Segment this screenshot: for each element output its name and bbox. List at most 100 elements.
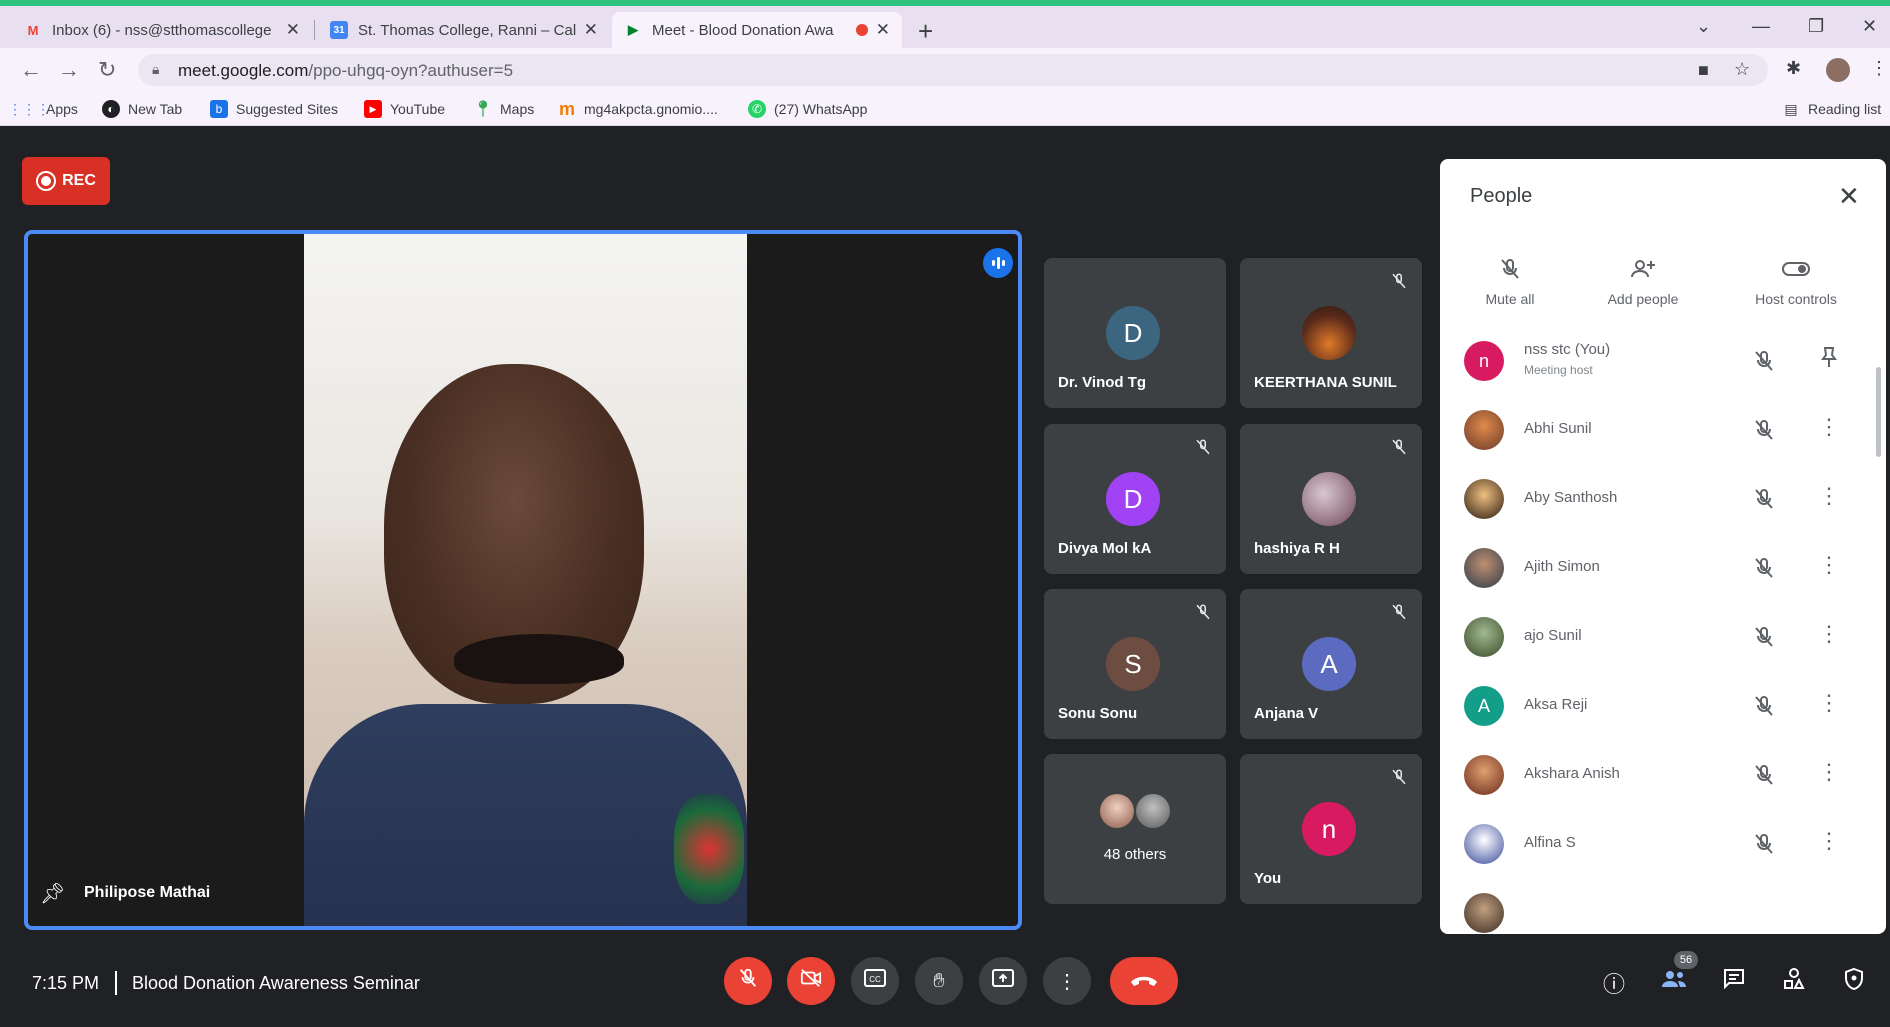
main-speaker-tile[interactable]: 📌︎ Philipose Mathai [24,230,1022,930]
mic-off-icon[interactable] [1752,832,1776,861]
mic-off-icon[interactable] [1752,418,1776,447]
participant-name: Sonu Sonu [1058,705,1138,722]
present-screen-button[interactable] [979,957,1027,1005]
mic-off-icon[interactable] [1752,625,1776,654]
bookmark-star-icon[interactable]: ☆ [1734,59,1750,80]
new-tab-button[interactable]: + [918,16,933,47]
camera-in-use-icon[interactable]: ■ [1698,60,1709,81]
bookmark-label: mg4akpcta.gnomio.... [584,101,718,117]
recording-badge[interactable]: REC [22,157,110,205]
participant-name: Aby Santhosh [1524,489,1618,506]
tab-search-icon[interactable]: ⌄ [1696,16,1711,37]
participant-row[interactable]: Abhi Sunil ⋮ [1440,396,1886,464]
chat-icon[interactable] [1718,967,1750,995]
bookmark-youtube[interactable]: ▶ YouTube [364,100,445,118]
avatar [1302,472,1356,526]
mic-off-icon [1194,438,1212,461]
address-bar[interactable]: 🔒︎ meet.google.com/ppo-uhgq-oyn?authuser… [138,54,1768,86]
participant-row[interactable]: Akshara Anish ⋮ [1440,741,1886,809]
panel-scrollbar[interactable] [1876,367,1881,457]
reading-list-button[interactable]: ▤ Reading list [1782,100,1881,118]
window-close-icon[interactable]: ✕ [1862,16,1877,37]
extensions-icon[interactable]: ✱ [1786,58,1801,79]
bookmark-label: YouTube [390,101,446,117]
participant-row[interactable]: A Aksa Reji ⋮ [1440,672,1886,740]
participant-row[interactable]: Aby Santhosh ⋮ [1440,465,1886,533]
captions-button[interactable]: CC [851,957,899,1005]
close-icon[interactable]: ✕ [876,20,890,40]
more-options-button[interactable]: ⋮ [1043,957,1091,1005]
others-tile[interactable]: 48 others [1044,754,1226,904]
more-options-icon[interactable]: ⋮ [1818,690,1840,716]
minimize-icon[interactable]: — [1752,16,1770,37]
add-person-icon [1583,257,1703,283]
mic-off-icon[interactable] [1752,349,1776,378]
menu-icon[interactable]: ⋮ [1870,58,1888,79]
bookmark-apps[interactable]: ⋮⋮⋮ Apps [8,100,78,118]
camera-toggle-button[interactable] [787,957,835,1005]
tab-calendar[interactable]: 31 St. Thomas College, Ranni – Cale ✕ [318,12,610,48]
leave-call-button[interactable] [1110,957,1178,1005]
more-options-icon[interactable]: ⋮ [1818,621,1840,647]
more-options-icon[interactable]: ⋮ [1818,414,1840,440]
participant-row[interactable]: Alfina S ⋮ [1440,810,1886,878]
more-options-icon[interactable]: ⋮ [1818,759,1840,785]
mic-off-icon[interactable] [1752,694,1776,723]
self-tile[interactable]: n You [1240,754,1422,904]
pin-icon[interactable] [1818,345,1840,375]
host-controls-button[interactable]: Host controls [1736,257,1856,307]
participant-tile[interactable]: S Sonu Sonu [1044,589,1226,739]
tab-gmail[interactable]: M Inbox (6) - nss@stthomascollege ✕ [12,12,312,48]
people-icon[interactable] [1658,967,1690,997]
others-count-label: 48 others [1103,846,1167,863]
hand-icon: ✋︎ [933,969,945,992]
meeting-title: Blood Donation Awareness Seminar [132,973,420,993]
mic-off-icon [1194,603,1212,626]
close-icon[interactable]: ✕ [286,20,300,40]
people-panel: People ✕ Mute all Add people Host contro… [1440,159,1886,934]
more-options-icon[interactable]: ⋮ [1818,483,1840,509]
microphone-toggle-button[interactable] [724,957,772,1005]
participant-row-partial[interactable] [1440,879,1886,934]
participant-tile[interactable]: A Anjana V [1240,589,1422,739]
participant-row[interactable]: ajo Sunil ⋮ [1440,603,1886,671]
add-people-button[interactable]: Add people [1583,257,1703,307]
activities-icon[interactable] [1778,967,1810,997]
mic-off-icon [1390,768,1408,791]
meeting-details-icon[interactable]: ⓘ [1598,967,1630,999]
tab-meet[interactable]: ▶ Meet - Blood Donation Awa ✕ [612,12,902,48]
bookmark-label: Maps [500,101,535,117]
restore-icon[interactable]: ❐ [1808,16,1824,37]
bookmark-suggested-sites[interactable]: b Suggested Sites [210,100,338,118]
bookmark-new-tab[interactable]: ◐ New Tab [102,100,182,118]
forward-icon[interactable]: → [58,57,80,83]
hang-up-icon [1129,968,1159,994]
reload-icon[interactable]: ↻ [98,57,116,83]
participant-tile[interactable]: D Divya Mol kA [1044,424,1226,574]
mic-off-icon[interactable] [1752,763,1776,792]
participant-tile[interactable]: D Dr. Vinod Tg [1044,258,1226,408]
rec-label: REC [62,172,96,189]
mute-all-button[interactable]: Mute all [1450,257,1570,307]
mic-off-icon[interactable] [1752,556,1776,585]
mic-off-icon[interactable] [1752,487,1776,516]
participant-row[interactable]: Ajith Simon ⋮ [1440,534,1886,602]
close-icon[interactable]: ✕ [584,20,598,40]
close-icon[interactable]: ✕ [1838,181,1860,212]
participant-role: Meeting host [1524,363,1593,377]
participant-tile[interactable]: hashiya R H [1240,424,1422,574]
gmail-icon: M [27,22,39,38]
more-options-icon[interactable]: ⋮ [1818,828,1840,854]
meet-icon: ▶ [628,22,638,37]
more-options-icon[interactable]: ⋮ [1818,552,1840,578]
pin-icon[interactable]: 📌︎ [40,881,65,906]
participant-tile[interactable]: KEERTHANA SUNIL [1240,258,1422,408]
back-icon[interactable]: ← [20,57,42,83]
participant-row[interactable]: n nss stc (You) Meeting host [1440,327,1886,395]
bookmark-maps[interactable]: 📍︎ Maps [473,100,535,118]
profile-avatar[interactable] [1826,58,1850,82]
bookmark-gnomio[interactable]: m mg4akpcta.gnomio.... [558,99,718,119]
raise-hand-button[interactable]: ✋︎ [915,957,963,1005]
host-controls-shield-icon[interactable] [1838,967,1870,997]
bookmark-whatsapp[interactable]: ✆ (27) WhatsApp [748,100,867,118]
